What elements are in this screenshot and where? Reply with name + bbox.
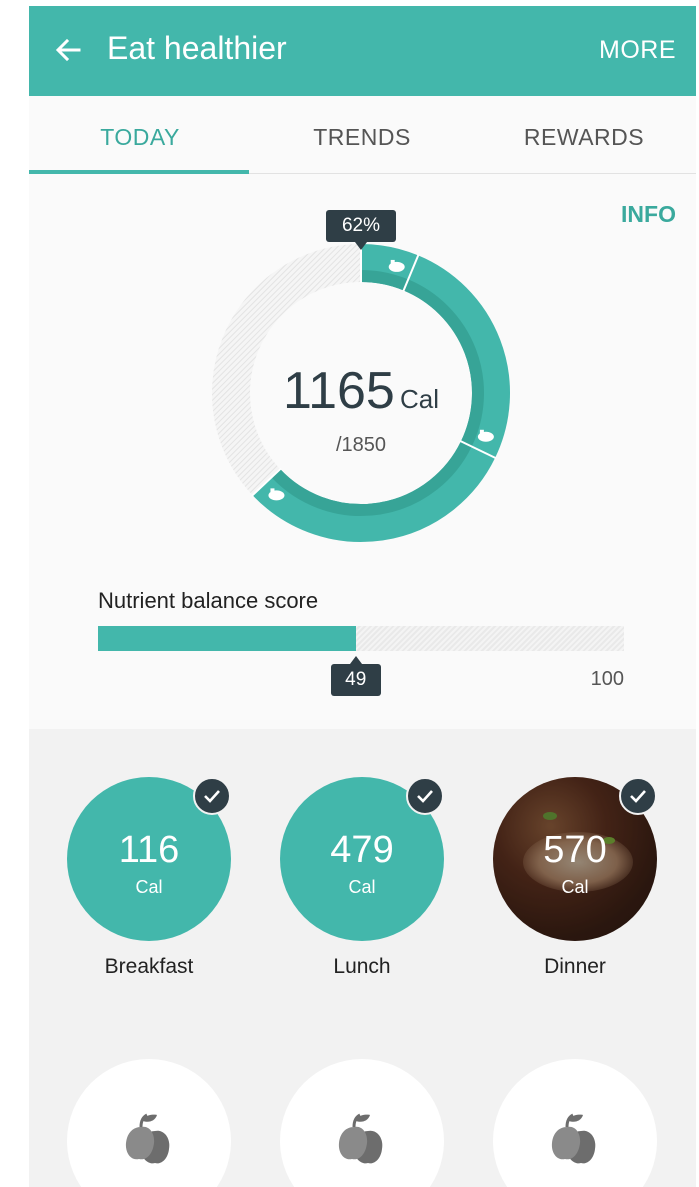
- fruit-icon: [125, 1113, 170, 1164]
- snack-button-2[interactable]: [280, 1059, 444, 1187]
- meal-name: Dinner: [544, 955, 606, 978]
- ring-segment-inner: [360, 270, 409, 291]
- meals-section: 116 Cal Breakfast 479 Cal Lunch 570 Cal …: [29, 729, 696, 1187]
- calorie-total: 1165 Cal: [211, 361, 511, 421]
- fruit-icon: [551, 1113, 596, 1164]
- meal-name: Breakfast: [104, 955, 194, 978]
- check-icon: [193, 777, 231, 815]
- meal-name: Lunch: [333, 955, 391, 978]
- snack-button-3[interactable]: [493, 1059, 657, 1187]
- calorie-unit: Cal: [399, 384, 439, 414]
- nutrient-score-max: 100: [590, 668, 624, 690]
- nutrient-score-track[interactable]: [98, 626, 624, 651]
- meal-card-breakfast[interactable]: 116 Cal Breakfast: [49, 777, 249, 987]
- meal-unit: Cal: [135, 877, 163, 897]
- meal-card-lunch[interactable]: 479 Cal Lunch: [262, 777, 462, 987]
- nutrient-score-badge: 49: [330, 656, 381, 696]
- nutrient-score-fill: [98, 626, 356, 651]
- calorie-value: 1165: [283, 362, 395, 420]
- percent-badge: 62%: [326, 210, 396, 250]
- fruit-icon: [338, 1113, 383, 1164]
- snack-button-1[interactable]: [67, 1059, 231, 1187]
- check-icon: [406, 777, 444, 815]
- nutrient-score-label: Nutrient balance score: [98, 588, 319, 613]
- calorie-goal: /1850: [335, 434, 387, 456]
- meal-calories: 570: [543, 829, 607, 871]
- meal-calories: 479: [330, 829, 394, 871]
- meal-unit: Cal: [561, 877, 589, 897]
- app-screen: Eat healthier MORE TODAY TRENDS REWARDS …: [29, 6, 696, 1187]
- meal-calories: 116: [118, 829, 180, 871]
- meal-card-dinner[interactable]: 570 Cal Dinner: [475, 777, 675, 987]
- check-icon: [619, 777, 657, 815]
- meal-unit: Cal: [348, 877, 376, 897]
